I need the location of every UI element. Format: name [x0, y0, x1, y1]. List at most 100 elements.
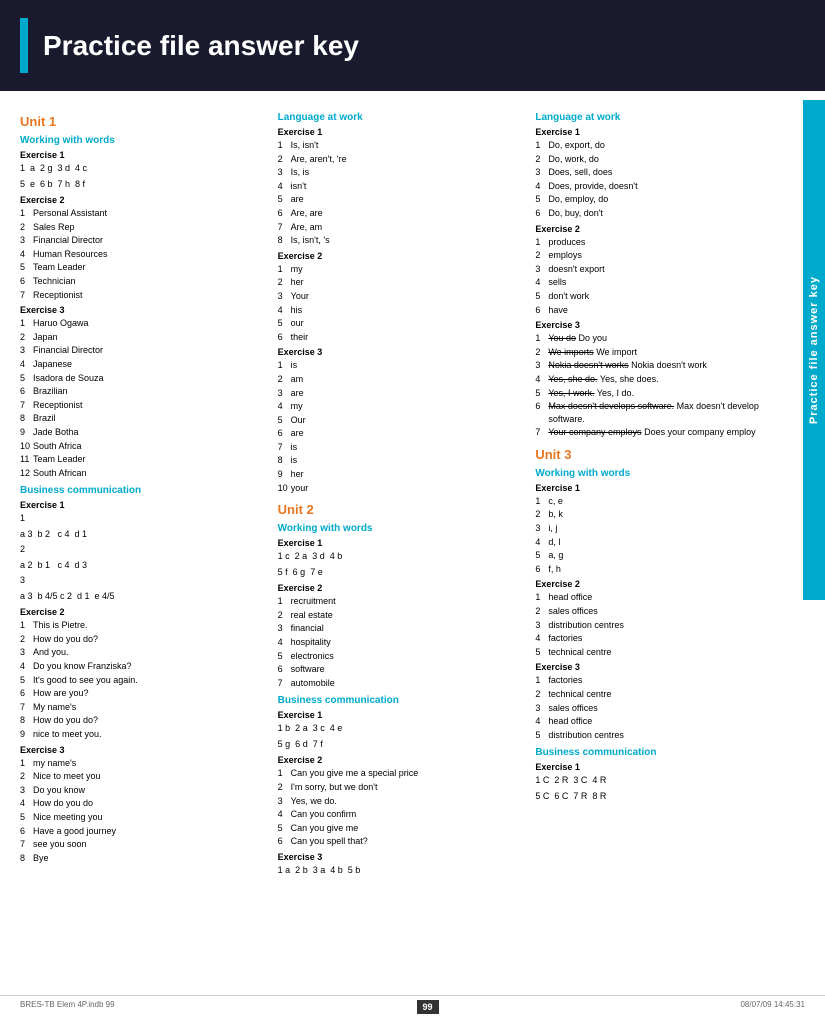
- list-item: 8Brazil: [20, 412, 262, 425]
- list-item: 1my: [278, 263, 520, 276]
- list-item: 7automobile: [278, 677, 520, 690]
- list-item: 10South Africa: [20, 440, 262, 453]
- list-item: 3Nokia doesn't works Nokia doesn't work: [535, 359, 777, 372]
- list-item: 6have: [535, 304, 777, 317]
- list-item: 6Do, buy, don't: [535, 207, 777, 220]
- u2-ex2-label: Exercise 2: [278, 583, 520, 593]
- biz-comm-title-2: Business communication: [278, 695, 520, 706]
- biz-ex1-row4: a 2 b 1 c 4 d 3: [20, 559, 262, 573]
- ex1-label: Exercise 1: [20, 150, 262, 160]
- lang-work-title-2: Language at work: [535, 112, 777, 123]
- list-item: 5a, g: [535, 549, 777, 562]
- list-item: 5Isadora de Souza: [20, 372, 262, 385]
- list-item: 3Yes, we do.: [278, 795, 520, 808]
- list-item: 3And you.: [20, 646, 262, 659]
- list-item: 5It's good to see you again.: [20, 674, 262, 687]
- lang-ex1-list: 1Is, isn't 2Are, aren't, 're 3Is, is 4is…: [278, 139, 520, 247]
- page-title: Practice file answer key: [43, 30, 359, 62]
- list-item: 2Japan: [20, 331, 262, 344]
- list-item: 8is: [278, 454, 520, 467]
- unit1-title: Unit 1: [20, 114, 262, 129]
- list-item: 9nice to meet you.: [20, 728, 262, 741]
- list-item: 1my name's: [20, 757, 262, 770]
- lang-ex2-label: Exercise 2: [278, 251, 520, 261]
- list-item: 4Does, provide, doesn't: [535, 180, 777, 193]
- list-item: 6Can you spell that?: [278, 835, 520, 848]
- list-item: 1factories: [535, 674, 777, 687]
- list-item: 6Are, are: [278, 207, 520, 220]
- list-item: 2I'm sorry, but we don't: [278, 781, 520, 794]
- list-item: 3Do you know: [20, 784, 262, 797]
- ex1-line2: 5 e 6 b 7 h 8 f: [20, 178, 262, 192]
- list-item: 1produces: [535, 236, 777, 249]
- list-item: 6Max doesn't develops software. Max does…: [535, 400, 777, 425]
- list-item: 4his: [278, 304, 520, 317]
- wwwords-title-2: Working with words: [278, 523, 520, 534]
- column-2: Language at work Exercise 1 1Is, isn't 2…: [270, 106, 528, 879]
- biz-ex2-label: Exercise 2: [20, 607, 262, 617]
- u3-biz-ex1-line2: 5 C 6 C 7 R 8 R: [535, 790, 777, 804]
- biz-comm-title-1: Business communication: [20, 485, 262, 496]
- list-item: 7see you soon: [20, 838, 262, 851]
- ex2-label: Exercise 2: [20, 195, 262, 205]
- list-item: 1Is, isn't: [278, 139, 520, 152]
- list-item: 9her: [278, 468, 520, 481]
- ex1-line1: 1 a 2 g 3 d 4 c: [20, 162, 262, 176]
- biz-ex2-list: 1This is Pietre. 2How do you do? 3And yo…: [20, 619, 262, 740]
- u3-ex3-list: 1factories 2technical centre 3sales offi…: [535, 674, 777, 741]
- biz-ex3-label: Exercise 3: [20, 745, 262, 755]
- list-item: 4Human Resources: [20, 248, 262, 261]
- c3-lang-ex3-label: Exercise 3: [535, 320, 777, 330]
- list-item: 5are: [278, 193, 520, 206]
- list-item: 5Do, employ, do: [535, 193, 777, 206]
- list-item: 5don't work: [535, 290, 777, 303]
- wwwords-title-3: Working with words: [535, 468, 777, 479]
- list-item: 11Team Leader: [20, 453, 262, 466]
- list-item: 3are: [278, 387, 520, 400]
- list-item: 3sales offices: [535, 702, 777, 715]
- c3-lang-ex1-list: 1Do, export, do 2Do, work, do 3Does, sel…: [535, 139, 777, 220]
- list-item: 5Our: [278, 414, 520, 427]
- list-item: 2How do you do?: [20, 633, 262, 646]
- biz-ex3-list: 1my name's 2Nice to meet you 3Do you kno…: [20, 757, 262, 865]
- list-item: 2b, k: [535, 508, 777, 521]
- u2-biz-ex3-line: 1 a 2 b 3 a 4 b 5 b: [278, 864, 520, 878]
- list-item: 3Does, sell, does: [535, 166, 777, 179]
- list-item: 5distribution centres: [535, 729, 777, 742]
- list-item: 3Financial Director: [20, 344, 262, 357]
- page-footer: BRES-TB Elem 4P.indb 99 99 08/07/09 14:4…: [0, 995, 825, 1014]
- page-number: 99: [417, 1000, 439, 1014]
- u2-biz-ex3-label: Exercise 3: [278, 852, 520, 862]
- header-accent: [20, 18, 28, 73]
- list-item: 7Receptionist: [20, 289, 262, 302]
- list-item: 1recruitment: [278, 595, 520, 608]
- u3-ex1-label: Exercise 1: [535, 483, 777, 493]
- list-item: 1c, e: [535, 495, 777, 508]
- list-item: 1This is Pietre.: [20, 619, 262, 632]
- list-item: 6Technician: [20, 275, 262, 288]
- list-item: 3financial: [278, 622, 520, 635]
- column-3: Language at work Exercise 1 1Do, export,…: [527, 106, 805, 879]
- u2-ex1-line1: 1 c 2 a 3 d 4 b: [278, 550, 520, 564]
- u3-ex2-label: Exercise 2: [535, 579, 777, 589]
- list-item: 3i, j: [535, 522, 777, 535]
- list-item: 2We imports We import: [535, 346, 777, 359]
- list-item: 1Can you give me a special price: [278, 767, 520, 780]
- list-item: 6f, h: [535, 563, 777, 576]
- u3-biz-ex1-line1: 1 C 2 R 3 C 4 R: [535, 774, 777, 788]
- list-item: 5Yes, I work. Yes, I do.: [535, 387, 777, 400]
- list-item: 2am: [278, 373, 520, 386]
- lang-ex3-list: 1is 2am 3are 4my 5Our 6are 7is 8is 9her …: [278, 359, 520, 494]
- c3-lang-ex2-list: 1produces 2employs 3doesn't export 4sell…: [535, 236, 777, 317]
- biz-ex1-row6: a 3 b 4/5 c 2 d 1 e 4/5: [20, 590, 262, 604]
- footer-file: BRES-TB Elem 4P.indb 99: [20, 1000, 115, 1014]
- list-item: 6Have a good journey: [20, 825, 262, 838]
- list-item: 2Do, work, do: [535, 153, 777, 166]
- column-1: Unit 1 Working with words Exercise 1 1 a…: [20, 106, 270, 879]
- list-item: 1is: [278, 359, 520, 372]
- footer-date: 08/07/09 14:45:31: [740, 1000, 805, 1014]
- list-item: 8How do you do?: [20, 714, 262, 727]
- u2-ex1-line2: 5 f 6 g 7 e: [278, 566, 520, 580]
- biz-ex1-row1: 1: [20, 512, 262, 526]
- list-item: 4How do you do: [20, 797, 262, 810]
